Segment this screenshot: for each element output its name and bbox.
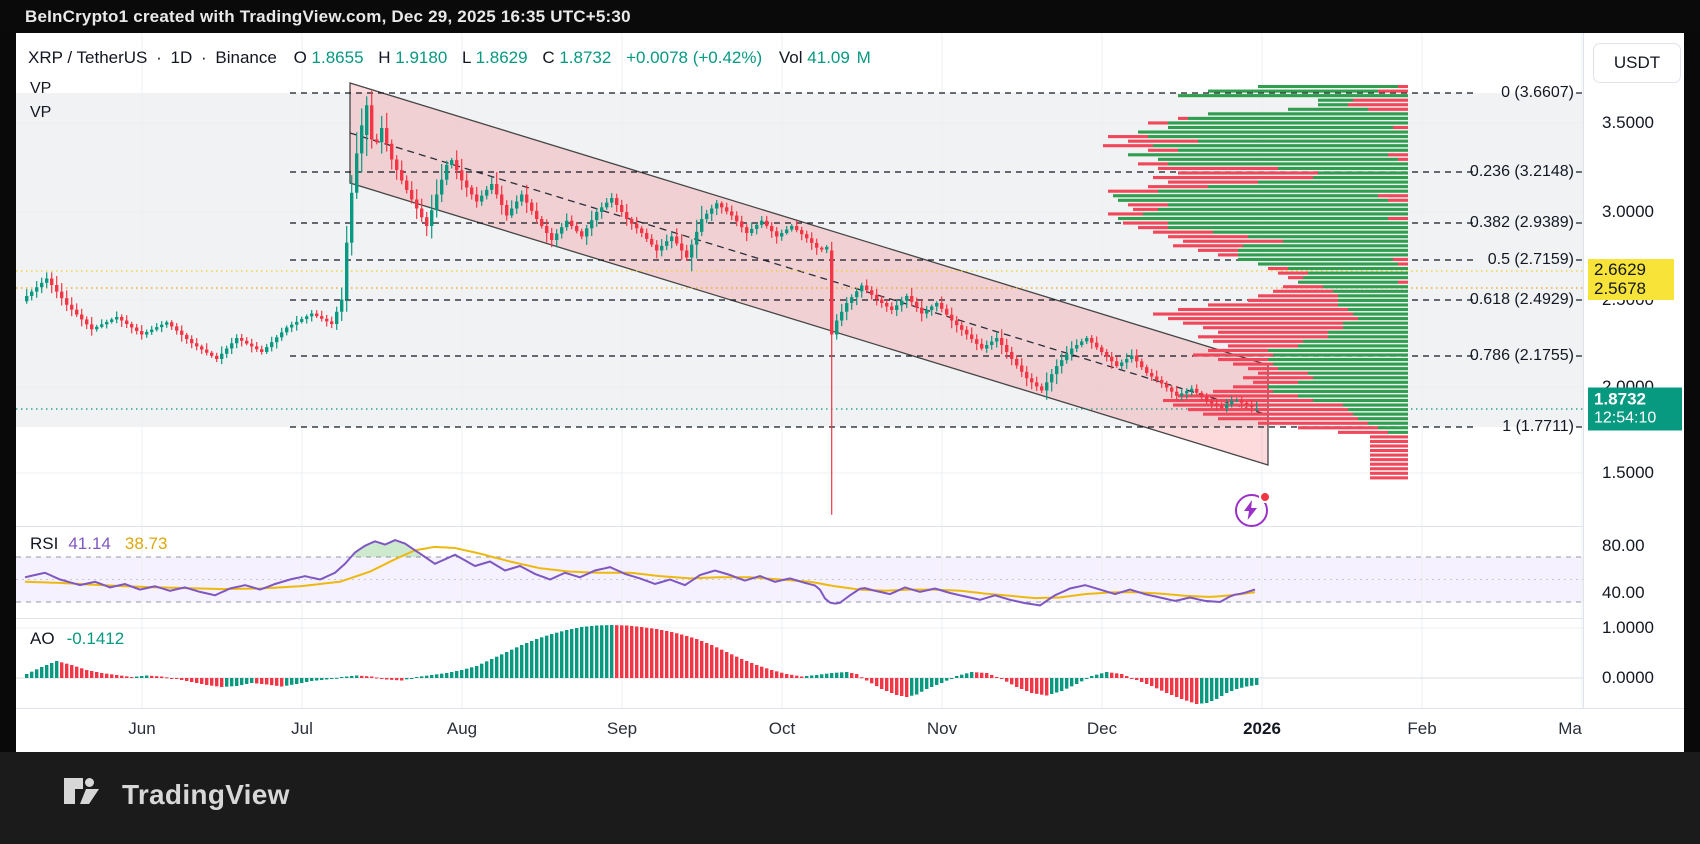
ao-name: AO bbox=[30, 629, 55, 648]
separator: · bbox=[156, 48, 162, 67]
price-axis-label: 0.0000 bbox=[1602, 668, 1654, 688]
watermark-header: BeInCrypto1 created with TradingView.com… bbox=[0, 0, 1700, 33]
time-axis-label: Sep bbox=[607, 719, 637, 739]
fib-level-label: 0 (3.6607) bbox=[1468, 84, 1574, 102]
low-value: 1.8629 bbox=[476, 48, 528, 67]
separator: · bbox=[201, 48, 207, 67]
currency-toggle-button[interactable]: USDT bbox=[1593, 43, 1681, 83]
rsi-legend[interactable]: RSI 41.14 38.73 bbox=[30, 534, 167, 554]
fib-level-label: 0.5 (2.7159) bbox=[1468, 251, 1574, 269]
close-label: C bbox=[542, 48, 554, 67]
time-axis[interactable]: Jun Jul Aug Sep Oct Nov Dec 2026 Feb Ma bbox=[16, 708, 1684, 752]
fib-level-label: 0.618 (2.4929) bbox=[1468, 291, 1574, 309]
volume-unit: M bbox=[857, 48, 871, 67]
lightning-bolt-icon bbox=[1243, 500, 1259, 520]
time-axis-label: Ma bbox=[1558, 719, 1582, 739]
fib-level-label: 0.786 (2.1755) bbox=[1468, 347, 1574, 365]
chart-panel: XRP / TetherUS · 1D · Binance O 1.8655 H… bbox=[16, 33, 1684, 752]
symbol-name[interactable]: XRP / TetherUS bbox=[28, 48, 147, 67]
ao-value: -0.1412 bbox=[67, 629, 125, 648]
fib-level-label: 1 (1.7711) bbox=[1468, 418, 1574, 436]
open-label: O bbox=[294, 48, 307, 67]
price-axis-label: 40.00 bbox=[1602, 583, 1645, 603]
high-value: 1.9180 bbox=[395, 48, 447, 67]
tradingview-logo[interactable]: TradingView bbox=[64, 776, 290, 814]
ao-legend[interactable]: AO -0.1412 bbox=[30, 629, 124, 649]
rsi-ma-value: 38.73 bbox=[125, 534, 168, 553]
close-value: 1.8732 bbox=[559, 48, 611, 67]
time-axis-label: Nov bbox=[927, 719, 957, 739]
interval[interactable]: 1D bbox=[171, 48, 193, 67]
rsi-name: RSI bbox=[30, 534, 58, 553]
indicator-label-vp2[interactable]: VP bbox=[30, 104, 51, 122]
tradingview-wordmark: TradingView bbox=[122, 779, 290, 811]
change-value: +0.0078 (+0.42%) bbox=[626, 48, 762, 67]
open-value: 1.8655 bbox=[312, 48, 364, 67]
current-price-tag: 1.873212:54:10 bbox=[1588, 388, 1682, 431]
notification-dot-icon bbox=[1259, 491, 1271, 503]
time-axis-label: Aug bbox=[447, 719, 477, 739]
high-label: H bbox=[378, 48, 390, 67]
symbol-legend[interactable]: XRP / TetherUS · 1D · Binance O 1.8655 H… bbox=[28, 48, 875, 68]
price-axis-label: 3.0000 bbox=[1602, 202, 1654, 222]
price-axis-label: 80.00 bbox=[1602, 536, 1645, 556]
volume-value: 41.09 bbox=[807, 48, 850, 67]
flash-idea-button[interactable] bbox=[1235, 494, 1268, 527]
time-axis-label: Jul bbox=[291, 719, 313, 739]
price-axis-label: 1.0000 bbox=[1602, 618, 1654, 638]
chart-canvas[interactable] bbox=[16, 33, 1583, 708]
rsi-value: 41.14 bbox=[68, 534, 111, 553]
time-axis-label: 2026 bbox=[1243, 719, 1281, 739]
time-axis-label: Jun bbox=[128, 719, 155, 739]
volume-label: Vol bbox=[779, 48, 803, 67]
price-axis[interactable]: 3.50003.00002.50002.00001.500080.0040.00… bbox=[1583, 33, 1684, 708]
pane-divider[interactable] bbox=[16, 618, 1684, 619]
alert-price-label[interactable]: 2.5678 bbox=[1588, 278, 1674, 300]
fib-level-label: 0.382 (2.9389) bbox=[1468, 214, 1574, 232]
fib-level-label: 0.236 (3.2148) bbox=[1468, 163, 1574, 181]
bar-countdown: 12:54:10 bbox=[1594, 409, 1682, 428]
tradingview-glyph-icon bbox=[64, 776, 108, 814]
time-axis-label: Feb bbox=[1407, 719, 1436, 739]
low-label: L bbox=[462, 48, 471, 67]
price-axis-label: 3.5000 bbox=[1602, 113, 1654, 133]
current-price: 1.8732 bbox=[1594, 390, 1682, 409]
indicator-label-vp1[interactable]: VP bbox=[30, 80, 51, 98]
footer-bar: TradingView bbox=[0, 752, 1700, 844]
exchange: Binance bbox=[215, 48, 276, 67]
time-axis-label: Oct bbox=[769, 719, 795, 739]
app-frame: BeInCrypto1 created with TradingView.com… bbox=[0, 0, 1700, 844]
time-axis-label: Dec bbox=[1087, 719, 1117, 739]
pane-divider[interactable] bbox=[16, 526, 1684, 527]
price-axis-label: 1.5000 bbox=[1602, 463, 1654, 483]
